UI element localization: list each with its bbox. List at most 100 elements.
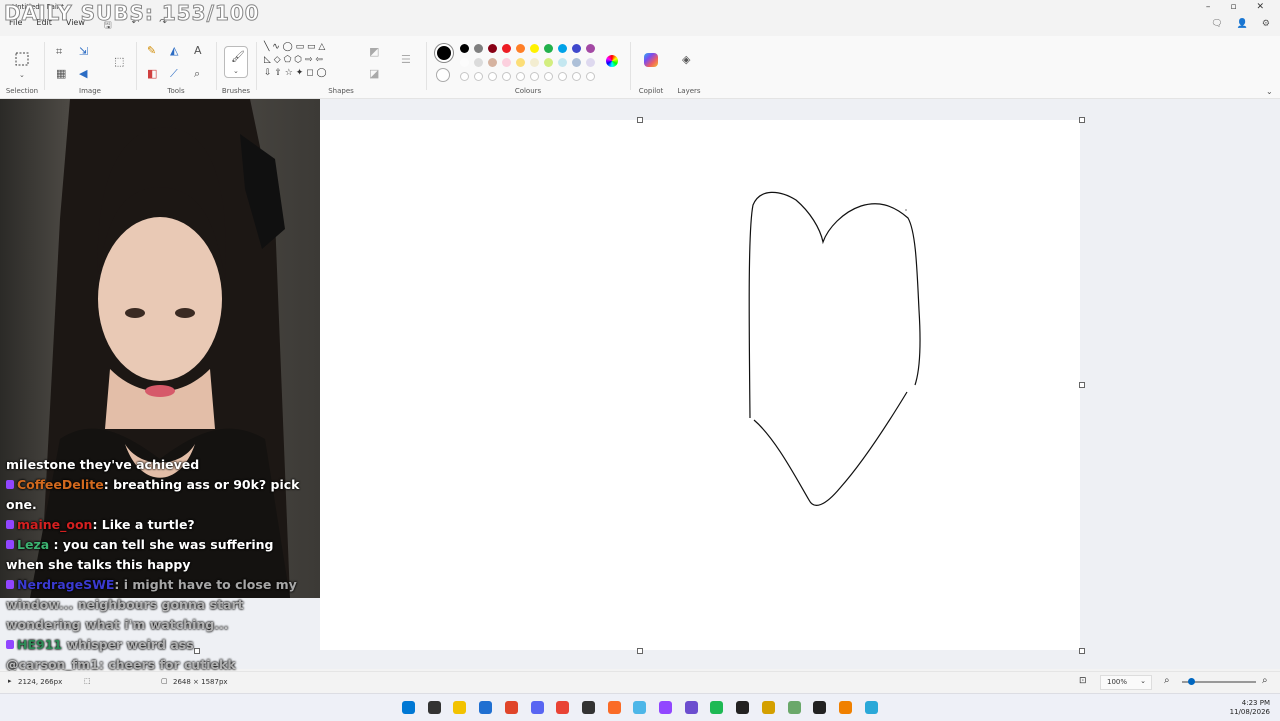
custom-color-slot[interactable] [586,72,595,81]
color-swatch[interactable] [488,44,497,53]
custom-color-slot[interactable] [474,72,483,81]
color-swatch[interactable] [516,58,525,67]
image-tools-icon[interactable]: ⬚ [114,56,124,68]
canvas-resize-handle[interactable] [1079,382,1085,388]
pencil-icon[interactable]: ✎ [147,45,156,57]
edit-colors-icon[interactable] [606,55,618,67]
custom-color-slot[interactable] [516,72,525,81]
crop-icon[interactable]: ⌗ [56,46,62,58]
chat-username: CoffeeDelite [17,477,104,492]
minimize-button[interactable]: – [1206,2,1211,12]
shapes-gallery[interactable]: ╲ ∿ ◯ ▭ ▭ △ ◺ ◇ ⬠ ⬡ ⇨ ⇦ ⇩ ⇧ ☆ ✦ ◻ ◯ [264,41,364,80]
app-icon[interactable] [607,701,621,714]
custom-color-slot[interactable] [502,72,511,81]
custom-color-slot[interactable] [488,72,497,81]
photo-icon[interactable] [684,701,698,714]
browser-icon[interactable] [504,701,518,714]
custom-color-slot[interactable] [558,72,567,81]
chrome-icon[interactable] [556,701,570,714]
eraser-icon[interactable]: ◧ [147,68,157,80]
brush-button[interactable]: 🖌 ⌄ [224,46,248,78]
obs-studio-icon[interactable] [761,701,775,714]
cmd-icon[interactable] [813,701,827,714]
notepad-icon[interactable] [787,701,801,714]
resize-icon[interactable]: ⇲ [79,46,88,58]
zoom-in-icon[interactable]: ⌕ [1262,675,1268,686]
zoom-slider-thumb[interactable] [1188,678,1195,685]
system-clock[interactable]: 4:23 PM 11/08/2026 [1230,699,1270,717]
secondary-color[interactable] [436,68,450,82]
twitch-icon[interactable] [659,701,672,714]
color-swatch[interactable] [502,44,511,53]
custom-color-slot[interactable] [530,72,539,81]
magnifier-icon[interactable]: ⌕ [194,68,200,80]
maximize-button[interactable]: ▫ [1230,2,1236,12]
zoom-select[interactable]: 100% ⌄ [1100,675,1152,690]
color-swatch[interactable] [460,44,469,53]
custom-color-slot[interactable] [572,72,581,81]
color-swatch[interactable] [558,58,567,67]
color-swatch[interactable] [474,58,483,67]
group-label-shapes: Shapes [328,87,354,95]
close-button[interactable]: ✕ [1256,2,1264,12]
color-swatch[interactable] [586,44,595,53]
canvas-resize-handle[interactable] [1079,648,1085,654]
shapes-row: ◺ ◇ ⬠ ⬡ ⇨ ⇦ [264,55,323,65]
chevron-down-icon[interactable]: ⌄ [19,69,25,81]
notes-icon[interactable] [633,701,647,714]
twitch-badge-icon [6,480,14,489]
color-swatch[interactable] [544,58,553,67]
rotate-icon[interactable]: ◀ [79,68,87,80]
file-explorer-icon[interactable] [453,701,467,714]
terminal-icon[interactable] [736,701,750,714]
outline-icon[interactable]: ◩ [369,46,379,58]
color-picker-icon[interactable]: ⟋ [170,68,178,80]
color-swatch[interactable] [488,58,497,67]
color-swatch[interactable] [586,58,595,67]
shape-fill-icon[interactable]: ◪ [369,68,379,80]
copilot-group: Copilot [632,36,670,98]
zoom-out-icon[interactable]: ⌕ [1164,675,1170,686]
custom-color-slot[interactable] [460,72,469,81]
color-swatch[interactable] [558,44,567,53]
paint-icon[interactable] [864,701,878,714]
select-all-icon[interactable]: ▦ [56,68,66,80]
color-swatch[interactable] [460,58,469,67]
settings-icon[interactable]: ⚙ [1262,19,1270,29]
drawing-canvas[interactable] [320,120,1080,650]
canvas-resize-handle[interactable] [1079,117,1085,123]
copilot-icon[interactable] [644,53,658,67]
text-tool-icon[interactable]: A [194,45,202,57]
chat-username: NerdrageSWE [17,577,115,592]
start-icon[interactable] [402,701,415,714]
spotify-icon[interactable] [710,701,724,714]
layers-icon[interactable]: ◈ [682,54,690,66]
ribbon-collapse-icon[interactable]: ⌄ [1266,86,1273,98]
current-color[interactable] [435,44,453,62]
selection-rect-icon[interactable] [15,52,29,66]
color-swatch[interactable] [572,58,581,67]
color-swatch[interactable] [530,58,539,67]
color-swatch[interactable] [474,44,483,53]
share-icon[interactable]: 🗨 [1211,19,1222,29]
color-swatch[interactable] [516,44,525,53]
search-icon[interactable] [427,701,441,714]
fit-to-window-icon[interactable]: ⊡ [1079,676,1087,686]
chat-message: maine_oon: Like a turtle? [6,515,306,535]
vlc-icon[interactable] [838,701,852,714]
fill-icon[interactable]: ◭ [170,45,178,57]
discord-icon[interactable] [530,701,544,714]
color-swatch[interactable] [530,44,539,53]
color-swatch[interactable] [502,58,511,67]
account-icon[interactable]: 👤 [1237,19,1248,29]
group-label-copilot: Copilot [638,87,664,95]
group-label-tools: Tools [167,87,185,95]
color-swatch[interactable] [572,44,581,53]
obs-icon[interactable] [581,701,595,714]
custom-color-slot[interactable] [544,72,553,81]
canvas-resize-handle[interactable] [637,648,643,654]
size-icon[interactable]: ☰ [401,54,411,66]
canvas-resize-handle[interactable] [637,117,643,123]
color-swatch[interactable] [544,44,553,53]
app-icon[interactable] [479,701,493,714]
